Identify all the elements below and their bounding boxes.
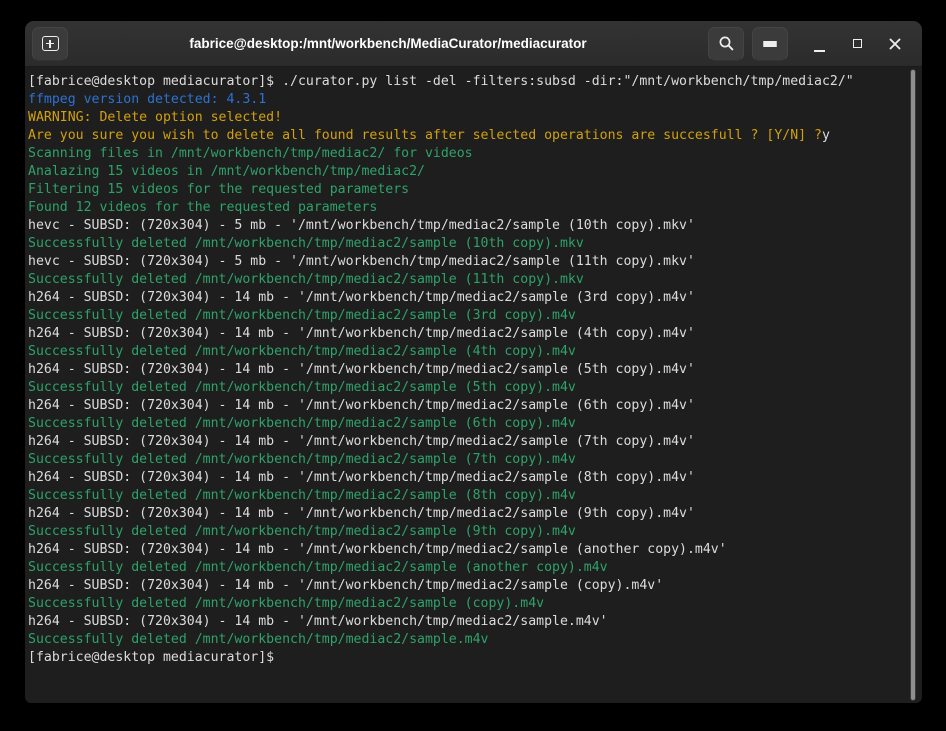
terminal-line: h264 - SUBSD: (720x304) - 14 mb - '/mnt/… (28, 325, 908, 343)
terminal-line: Successfully deleted /mnt/workbench/tmp/… (28, 487, 908, 505)
terminal-line: hevc - SUBSD: (720x304) - 5 mb - '/mnt/w… (28, 217, 908, 235)
close-icon (889, 38, 901, 50)
terminal-line: Found 12 videos for the requested parame… (28, 199, 908, 217)
terminal-line: Filtering 15 videos for the requested pa… (28, 181, 908, 199)
terminal-line: h264 - SUBSD: (720x304) - 14 mb - '/mnt/… (28, 397, 908, 415)
menu-icon (763, 41, 777, 47)
search-button[interactable] (708, 27, 744, 61)
terminal-line: h264 - SUBSD: (720x304) - 14 mb - '/mnt/… (28, 505, 908, 523)
new-tab-button[interactable] (32, 27, 68, 61)
terminal-line: Successfully deleted /mnt/workbench/tmp/… (28, 307, 908, 325)
terminal-line: Analazing 15 videos in /mnt/workbench/tm… (28, 163, 908, 181)
titlebar: fabrice@desktop:/mnt/workbench/MediaCura… (25, 21, 922, 67)
terminal-line: Successfully deleted /mnt/workbench/tmp/… (28, 235, 908, 253)
terminal-line: hevc - SUBSD: (720x304) - 5 mb - '/mnt/w… (28, 253, 908, 271)
terminal-line: Successfully deleted /mnt/workbench/tmp/… (28, 523, 908, 541)
terminal-line: Are you sure you wish to delete all foun… (28, 127, 908, 145)
search-icon (718, 35, 735, 52)
terminal-line: Successfully deleted /mnt/workbench/tmp/… (28, 631, 908, 649)
terminal-line: Successfully deleted /mnt/workbench/tmp/… (28, 343, 908, 361)
terminal-line: h264 - SUBSD: (720x304) - 14 mb - '/mnt/… (28, 577, 908, 595)
terminal-line: ffmpeg version detected: 4.3.1 (28, 91, 908, 109)
close-button[interactable] (880, 27, 910, 61)
terminal-line: h264 - SUBSD: (720x304) - 14 mb - '/mnt/… (28, 469, 908, 487)
terminal-line: Successfully deleted /mnt/workbench/tmp/… (28, 379, 908, 397)
menu-button[interactable] (752, 27, 788, 61)
terminal-line: h264 - SUBSD: (720x304) - 14 mb - '/mnt/… (28, 541, 908, 559)
maximize-icon (853, 39, 862, 48)
terminal-line: WARNING: Delete option selected! (28, 109, 908, 127)
minimize-icon (814, 50, 825, 52)
terminal-window: fabrice@desktop:/mnt/workbench/MediaCura… (25, 21, 922, 703)
terminal-line: Successfully deleted /mnt/workbench/tmp/… (28, 451, 908, 469)
terminal-line: h264 - SUBSD: (720x304) - 14 mb - '/mnt/… (28, 613, 908, 631)
terminal-output[interactable]: [fabrice@desktop mediacurator]$ ./curato… (25, 67, 922, 703)
terminal-line: h264 - SUBSD: (720x304) - 14 mb - '/mnt/… (28, 433, 908, 451)
terminal-line: [fabrice@desktop mediacurator]$ (28, 649, 908, 667)
maximize-button[interactable] (842, 27, 872, 61)
desktop-background: { "window": { "title": "fabrice@desktop:… (0, 0, 946, 731)
new-tab-icon (42, 36, 59, 51)
terminal-line: [fabrice@desktop mediacurator]$ ./curato… (28, 73, 908, 91)
terminal-line: Successfully deleted /mnt/workbench/tmp/… (28, 415, 908, 433)
scrollbar-thumb[interactable] (910, 69, 916, 701)
window-title: fabrice@desktop:/mnt/workbench/MediaCura… (68, 21, 708, 67)
terminal-line: h264 - SUBSD: (720x304) - 14 mb - '/mnt/… (28, 289, 908, 307)
terminal-line: h264 - SUBSD: (720x304) - 14 mb - '/mnt/… (28, 361, 908, 379)
terminal-line: Successfully deleted /mnt/workbench/tmp/… (28, 595, 908, 613)
minimize-button[interactable] (804, 27, 834, 61)
terminal-line: Scanning files in /mnt/workbench/tmp/med… (28, 145, 908, 163)
terminal-line: Successfully deleted /mnt/workbench/tmp/… (28, 271, 908, 289)
terminal-line: Successfully deleted /mnt/workbench/tmp/… (28, 559, 908, 577)
